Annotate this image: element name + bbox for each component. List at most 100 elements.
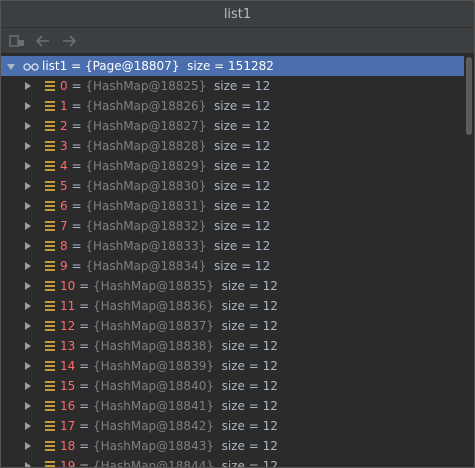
- field-icon: [45, 341, 55, 351]
- item-row-text: 5 = {HashMap@18830} size = 12: [60, 176, 270, 196]
- item-type: {HashMap@18836}: [92, 299, 214, 313]
- tree-item-row[interactable]: 6 = {HashMap@18831} size = 12: [1, 196, 464, 216]
- item-index: 5: [60, 179, 68, 193]
- tree-item-row[interactable]: 10 = {HashMap@18835} size = 12: [1, 276, 464, 296]
- field-icon: [45, 221, 55, 231]
- expand-arrow-icon[interactable]: [25, 382, 31, 390]
- equals-sign: =: [67, 99, 86, 113]
- expand-arrow-icon[interactable]: [25, 362, 31, 370]
- item-type: {HashMap@18842}: [92, 419, 214, 433]
- field-icon: [45, 361, 55, 371]
- expand-arrow-icon[interactable]: [25, 402, 31, 410]
- expand-arrow-icon[interactable]: [25, 222, 31, 230]
- equals-sign: =: [75, 299, 93, 313]
- expand-arrow-icon[interactable]: [25, 182, 31, 190]
- field-icon: [45, 121, 55, 131]
- tree-item-row[interactable]: 12 = {HashMap@18837} size = 12: [1, 316, 464, 336]
- collapse-arrow-icon[interactable]: [7, 64, 15, 70]
- equals-sign: =: [67, 139, 86, 153]
- equals-sign: =: [67, 179, 86, 193]
- item-row-text: 16 = {HashMap@18841} size = 12: [60, 396, 278, 416]
- item-type: {HashMap@18833}: [85, 239, 207, 253]
- item-index: 19: [60, 459, 76, 468]
- field-icon: [45, 321, 55, 331]
- equals-sign: =: [75, 419, 93, 433]
- expand-arrow-icon[interactable]: [25, 322, 31, 330]
- tree-item-row[interactable]: 13 = {HashMap@18838} size = 12: [1, 336, 464, 356]
- expand-arrow-icon[interactable]: [25, 442, 31, 450]
- tree-root-row[interactable]: list1 = {Page@18807} size = 151282: [1, 56, 464, 76]
- equals-sign: =: [75, 279, 93, 293]
- item-index: 16: [60, 399, 76, 413]
- expand-arrow-icon[interactable]: [25, 142, 31, 150]
- field-icon: [45, 141, 55, 151]
- equals-sign: =: [75, 359, 93, 373]
- item-size: size = 12: [221, 379, 278, 393]
- item-size: size = 12: [221, 399, 278, 413]
- back-arrow-icon[interactable]: [33, 32, 53, 50]
- item-row-text: 1 = {HashMap@18826} size = 12: [60, 96, 270, 116]
- expand-arrow-icon[interactable]: [25, 82, 31, 90]
- item-size: size = 12: [221, 359, 278, 373]
- tree-item-row[interactable]: 18 = {HashMap@18843} size = 12: [1, 436, 464, 456]
- item-row-text: 14 = {HashMap@18839} size = 12: [60, 356, 278, 376]
- expand-arrow-icon[interactable]: [25, 282, 31, 290]
- tree-item-row[interactable]: 16 = {HashMap@18841} size = 12: [1, 396, 464, 416]
- tree-item-row[interactable]: 5 = {HashMap@18830} size = 12: [1, 176, 464, 196]
- tree-item-row[interactable]: 2 = {HashMap@18827} size = 12: [1, 116, 464, 136]
- expand-arrow-icon[interactable]: [25, 462, 31, 467]
- item-type: {HashMap@18840}: [92, 379, 214, 393]
- tree-item-row[interactable]: 15 = {HashMap@18840} size = 12: [1, 376, 464, 396]
- tree-item-row[interactable]: 17 = {HashMap@18842} size = 12: [1, 416, 464, 436]
- forward-arrow-icon[interactable]: [59, 32, 79, 50]
- item-row-text: 15 = {HashMap@18840} size = 12: [60, 376, 278, 396]
- item-size: size = 12: [213, 239, 271, 253]
- equals-sign: =: [67, 79, 86, 93]
- expand-arrow-icon[interactable]: [25, 242, 31, 250]
- tree-item-row[interactable]: 9 = {HashMap@18834} size = 12: [1, 256, 464, 276]
- field-icon: [45, 441, 55, 451]
- field-icon: [45, 421, 55, 431]
- tree-item-row[interactable]: 3 = {HashMap@18828} size = 12: [1, 136, 464, 156]
- tree-item-row[interactable]: 4 = {HashMap@18829} size = 12: [1, 156, 464, 176]
- item-row-text: 4 = {HashMap@18829} size = 12: [60, 156, 270, 176]
- tree-item-row[interactable]: 7 = {HashMap@18832} size = 12: [1, 216, 464, 236]
- tree-item-row[interactable]: 11 = {HashMap@18836} size = 12: [1, 296, 464, 316]
- item-index: 9: [60, 259, 68, 273]
- root-row-text: list1 = {Page@18807} size = 151282: [42, 56, 274, 76]
- field-icon: [45, 201, 55, 211]
- expand-arrow-icon[interactable]: [25, 302, 31, 310]
- equals-sign: =: [67, 119, 86, 133]
- tree-item-row[interactable]: 19 = {HashMap@18844} size = 12: [1, 456, 464, 468]
- item-size: size = 12: [213, 119, 271, 133]
- item-size: size = 12: [221, 439, 278, 453]
- item-size: size = 12: [213, 79, 271, 93]
- expand-arrow-icon[interactable]: [25, 422, 31, 430]
- field-icon: [45, 461, 55, 467]
- field-icon: [45, 301, 55, 311]
- item-index: 2: [60, 119, 68, 133]
- expand-arrow-icon[interactable]: [25, 262, 31, 270]
- equals-sign: =: [67, 219, 86, 233]
- tree-item-row[interactable]: 8 = {HashMap@18833} size = 12: [1, 236, 464, 256]
- expand-arrow-icon[interactable]: [25, 162, 31, 170]
- item-index: 15: [60, 379, 76, 393]
- equals-sign: =: [67, 259, 86, 273]
- expand-arrow-icon[interactable]: [25, 342, 31, 350]
- item-index: 11: [60, 299, 76, 313]
- equals-sign: =: [75, 319, 93, 333]
- tree-item-row[interactable]: 1 = {HashMap@18826} size = 12: [1, 96, 464, 116]
- tree-item-row[interactable]: 14 = {HashMap@18839} size = 12: [1, 356, 464, 376]
- expand-arrow-icon[interactable]: [25, 102, 31, 110]
- expand-arrow-icon[interactable]: [25, 122, 31, 130]
- item-index: 1: [60, 99, 68, 113]
- layout-icon[interactable]: [7, 32, 27, 50]
- scrollbar-thumb[interactable]: [466, 57, 472, 135]
- item-row-text: 9 = {HashMap@18834} size = 12: [60, 256, 270, 276]
- item-row-text: 17 = {HashMap@18842} size = 12: [60, 416, 278, 436]
- tree-item-row[interactable]: 0 = {HashMap@18825} size = 12: [1, 76, 464, 96]
- item-type: {HashMap@18832}: [85, 219, 207, 233]
- vertical-scrollbar[interactable]: [464, 55, 474, 467]
- field-icon: [45, 81, 55, 91]
- expand-arrow-icon[interactable]: [25, 202, 31, 210]
